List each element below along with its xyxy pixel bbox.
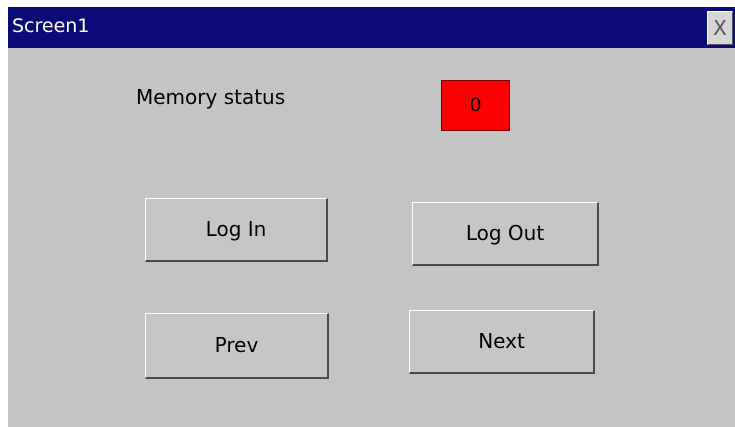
screen-window: Screen1 X Memory status 0 Log In Log Out…: [8, 7, 735, 427]
log-out-button[interactable]: Log Out: [412, 202, 599, 266]
memory-status-label: Memory status: [136, 85, 286, 109]
prev-button[interactable]: Prev: [145, 313, 329, 379]
title-bar: Screen1 X: [8, 7, 735, 48]
close-button[interactable]: X: [707, 11, 733, 45]
memory-status-indicator: 0: [441, 80, 510, 131]
window-title: Screen1: [12, 15, 90, 37]
next-button[interactable]: Next: [409, 310, 595, 374]
log-in-button[interactable]: Log In: [145, 198, 328, 262]
